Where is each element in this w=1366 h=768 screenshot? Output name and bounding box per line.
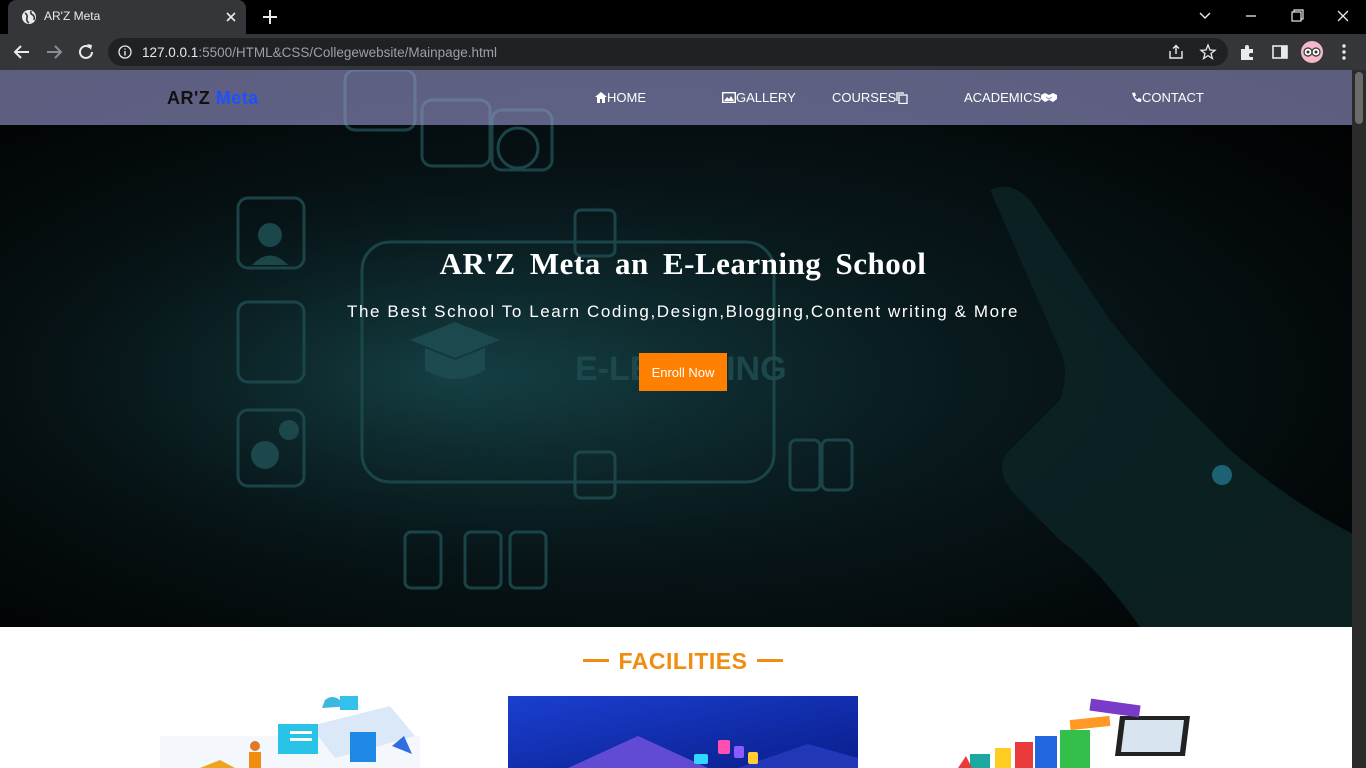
scrollbar-thumb[interactable]: [1355, 72, 1363, 124]
nav-academics[interactable]: ACADEMICS: [964, 90, 1058, 105]
info-icon[interactable]: [118, 45, 132, 59]
online-learning-illustration: [160, 696, 420, 768]
facility-image-digital-platform: [508, 696, 858, 768]
browser-titlebar: AR'Z Meta: [0, 0, 1366, 34]
new-tab-icon[interactable]: [258, 6, 282, 28]
profile-avatar[interactable]: [1301, 41, 1323, 63]
hero-subtitle: The Best School To Learn Coding,Design,B…: [346, 302, 1020, 321]
digital-platform-illustration: [508, 696, 858, 768]
close-window-icon[interactable]: [1329, 4, 1357, 28]
side-panel-icon[interactable]: [1270, 42, 1290, 62]
menu-icon[interactable]: [1334, 42, 1354, 62]
tab-search-icon[interactable]: [1191, 4, 1219, 28]
library-books-illustration: [940, 696, 1230, 768]
enroll-now-button[interactable]: Enroll Now: [639, 353, 727, 391]
url-path: :5500/HTML&CSS/Collegewebsite/Mainpage.h…: [198, 45, 497, 60]
browser-tab[interactable]: AR'Z Meta: [8, 0, 246, 34]
hero-title: AR'Z Meta an E-Learning School: [439, 246, 927, 281]
restore-icon[interactable]: [1283, 4, 1311, 28]
page-viewport: E-LEARNING AR'Z Meta HOME GALLERY COURSE…: [0, 70, 1366, 768]
brand-accent-text: Meta: [215, 88, 259, 108]
avatar-face-icon: [1303, 47, 1321, 57]
facility-image-library-books: [940, 696, 1230, 768]
heading-line-left: [582, 659, 609, 663]
nav-gallery[interactable]: GALLERY: [722, 90, 796, 105]
facility-image-online-learning: [160, 696, 420, 768]
handshake-icon: [1041, 93, 1058, 102]
share-icon[interactable]: [1167, 43, 1185, 61]
brand-main-text: AR'Z: [167, 88, 211, 108]
phone-icon: [1132, 92, 1142, 103]
nav-home[interactable]: HOME: [595, 90, 646, 105]
home-icon: [595, 92, 607, 103]
close-icon[interactable]: [222, 8, 240, 26]
extensions-icon[interactable]: [1238, 42, 1258, 62]
bookmark-star-icon[interactable]: [1199, 43, 1217, 61]
nav-contact[interactable]: CONTACT: [1131, 90, 1204, 105]
minimize-icon[interactable]: [1237, 4, 1265, 28]
nav-gallery-label: GALLERY: [736, 90, 796, 105]
nav-contact-label: CONTACT: [1142, 90, 1204, 105]
reload-icon[interactable]: [75, 41, 97, 63]
copy-icon: [896, 91, 908, 104]
url-host: 127.0.0.1: [142, 45, 199, 60]
globe-icon: [22, 10, 36, 24]
brand-logo[interactable]: AR'Z Meta: [167, 88, 259, 109]
back-icon[interactable]: [11, 41, 33, 63]
heading-line-right: [757, 659, 784, 663]
page-scrollbar[interactable]: [1352, 70, 1366, 768]
image-icon: [722, 92, 736, 103]
address-bar[interactable]: 127.0.0.1:5500/HTML&CSS/Collegewebsite/M…: [108, 38, 1228, 66]
nav-home-label: HOME: [607, 90, 646, 105]
url-text[interactable]: 127.0.0.1:5500/HTML&CSS/Collegewebsite/M…: [142, 45, 497, 60]
nav-courses[interactable]: COURSES: [832, 90, 908, 105]
nav-courses-label: COURSES: [832, 90, 897, 105]
nav-academics-label: ACADEMICS: [964, 90, 1042, 105]
main-navbar: AR'Z Meta HOME GALLERY COURSES ACADEMICS…: [0, 70, 1352, 125]
hero-background-illustration: E-LEARNING: [0, 70, 1366, 627]
tab-title: AR'Z Meta: [44, 9, 101, 23]
hero-section: E-LEARNING AR'Z Meta HOME GALLERY COURSE…: [0, 70, 1366, 627]
facilities-heading: FACILITIES: [0, 648, 1366, 675]
browser-toolbar: 127.0.0.1:5500/HTML&CSS/Collegewebsite/M…: [0, 34, 1366, 70]
facilities-title-text: FACILITIES: [618, 648, 748, 674]
forward-icon[interactable]: [43, 41, 65, 63]
